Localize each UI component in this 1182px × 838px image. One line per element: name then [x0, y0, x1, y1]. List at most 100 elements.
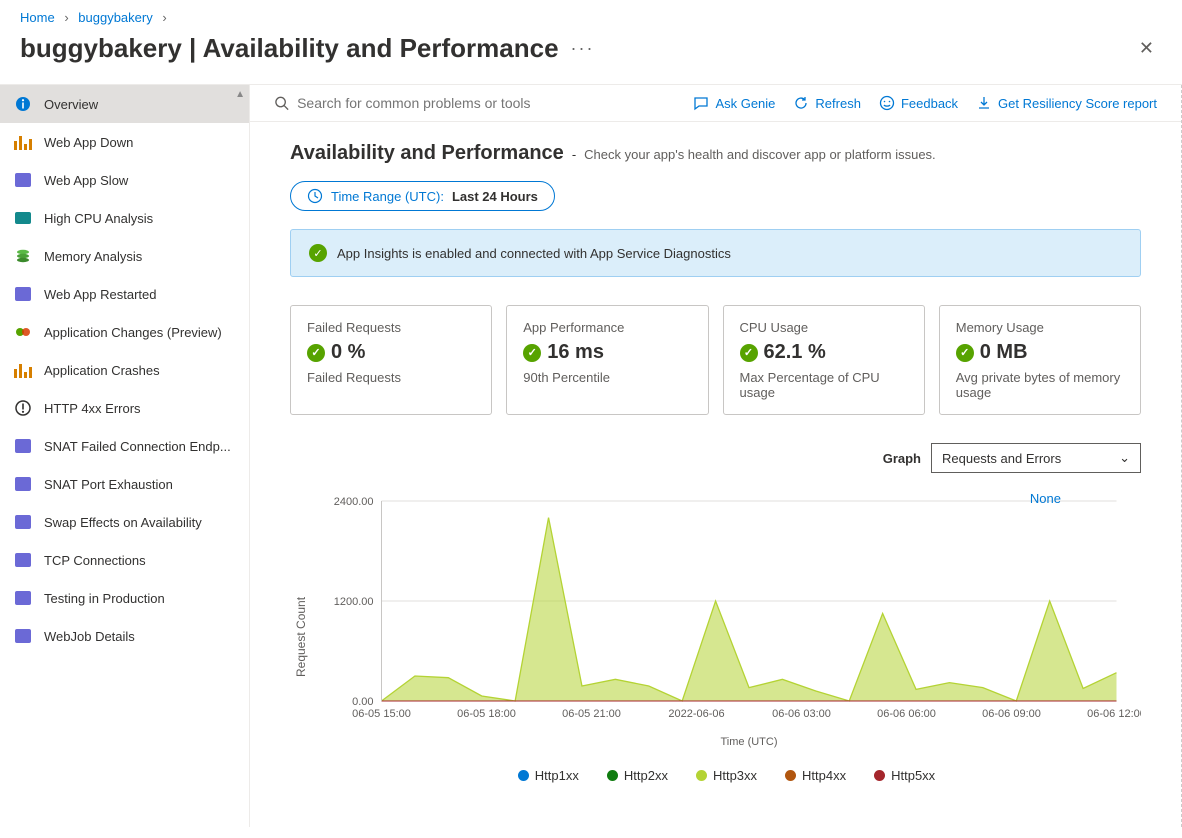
svg-text:06-06 03:00: 06-06 03:00	[772, 708, 831, 720]
card-value: 0 MB	[980, 341, 1028, 364]
card-cpu-usage[interactable]: CPU Usage ✓62.1 % Max Percentage of CPU …	[723, 305, 925, 415]
card-failed-requests[interactable]: Failed Requests ✓0 % Failed Requests	[290, 305, 492, 415]
sidebar-item-testing-prod[interactable]: Testing in Production	[0, 579, 249, 617]
sidebar: ▲ Overview Web App Down Web App Slow Hig…	[0, 85, 250, 827]
sidebar-item-label: Swap Effects on Availability	[44, 515, 202, 530]
search-input[interactable]	[297, 95, 675, 111]
chevron-right-icon: ›	[156, 10, 172, 25]
sidebar-item-overview[interactable]: Overview	[0, 85, 249, 123]
section-title-dash: -	[572, 147, 576, 162]
sidebar-item-label: SNAT Failed Connection Endp...	[44, 439, 231, 454]
sidebar-item-label: Overview	[44, 97, 98, 112]
info-banner: ✓ App Insights is enabled and connected …	[290, 229, 1141, 277]
smile-icon	[879, 95, 895, 111]
ask-genie-button[interactable]: Ask Genie	[693, 95, 775, 111]
sidebar-item-label: High CPU Analysis	[44, 211, 153, 226]
sidebar-item-webjob[interactable]: WebJob Details	[0, 617, 249, 655]
section-title: Availability and Performance	[290, 142, 564, 165]
bar-chart-icon	[14, 133, 32, 151]
graph-select[interactable]: Requests and Errors ⌄	[931, 443, 1141, 473]
sidebar-item-snat-exhaustion[interactable]: SNAT Port Exhaustion	[0, 465, 249, 503]
sidebar-item-app-changes[interactable]: Application Changes (Preview)	[0, 313, 249, 351]
refresh-icon	[793, 95, 809, 111]
sidebar-item-label: Web App Down	[44, 135, 133, 150]
chat-icon	[693, 95, 709, 111]
requests-chart: 0.001200.002400.0006-05 15:0006-05 18:00…	[312, 491, 1141, 751]
card-title: Memory Usage	[956, 320, 1124, 335]
sidebar-item-crashes[interactable]: Application Crashes	[0, 351, 249, 389]
sidebar-item-tcp[interactable]: TCP Connections	[0, 541, 249, 579]
svg-text:Time (UTC): Time (UTC)	[720, 736, 777, 748]
card-value: 62.1 %	[764, 341, 826, 364]
sidebar-item-label: HTTP 4xx Errors	[44, 401, 141, 416]
card-sub: Max Percentage of CPU usage	[740, 370, 908, 400]
svg-text:06-06 12:00: 06-06 12:00	[1087, 708, 1141, 720]
bar-chart-icon	[14, 361, 32, 379]
time-range-pill[interactable]: Time Range (UTC): Last 24 Hours	[290, 181, 555, 211]
sidebar-item-label: WebJob Details	[44, 629, 135, 644]
card-title: App Performance	[523, 320, 691, 335]
sidebar-item-label: Web App Restarted	[44, 287, 157, 302]
error-icon	[14, 399, 32, 417]
info-icon	[14, 95, 32, 113]
card-sub: Avg private bytes of memory usage	[956, 370, 1124, 400]
sidebar-item-swap[interactable]: Swap Effects on Availability	[0, 503, 249, 541]
check-icon: ✓	[956, 344, 974, 362]
sidebar-item-label: Web App Slow	[44, 173, 128, 188]
chart-ylabel: Request Count	[290, 491, 312, 783]
svg-text:06-05 18:00: 06-05 18:00	[457, 708, 516, 720]
more-icon[interactable]: ···	[559, 38, 595, 59]
sidebar-item-high-cpu[interactable]: High CPU Analysis	[0, 199, 249, 237]
page-title: buggybakery | Availability and Performan…	[20, 33, 559, 64]
panel-icon	[14, 437, 32, 455]
sidebar-item-snat-failed[interactable]: SNAT Failed Connection Endp...	[0, 427, 249, 465]
svg-text:0.00: 0.00	[352, 696, 373, 708]
feedback-button[interactable]: Feedback	[879, 95, 958, 111]
sidebar-item-label: Memory Analysis	[44, 249, 142, 264]
card-value: 0 %	[331, 341, 365, 364]
check-icon: ✓	[309, 244, 327, 262]
svg-text:06-06 06:00: 06-06 06:00	[877, 708, 936, 720]
card-sub: Failed Requests	[307, 370, 475, 385]
breadcrumb-home[interactable]: Home	[20, 10, 55, 25]
sidebar-item-label: TCP Connections	[44, 553, 146, 568]
sidebar-item-label: Application Changes (Preview)	[44, 325, 222, 340]
card-app-performance[interactable]: App Performance ✓16 ms 90th Percentile	[506, 305, 708, 415]
check-icon: ✓	[740, 344, 758, 362]
sidebar-item-restarted[interactable]: Web App Restarted	[0, 275, 249, 313]
chevron-down-icon: ⌄	[1119, 450, 1130, 466]
sidebar-item-label: SNAT Port Exhaustion	[44, 477, 173, 492]
panel-icon	[14, 513, 32, 531]
cpu-chart-icon	[14, 209, 32, 227]
svg-text:06-05 21:00: 06-05 21:00	[562, 708, 621, 720]
svg-text:2022-06-06: 2022-06-06	[668, 708, 724, 720]
panel-icon	[14, 627, 32, 645]
chart-none-button[interactable]: None	[1030, 491, 1061, 506]
card-sub: 90th Percentile	[523, 370, 691, 385]
resiliency-button[interactable]: Get Resiliency Score report	[976, 95, 1157, 111]
sidebar-item-memory-analysis[interactable]: Memory Analysis	[0, 237, 249, 275]
sidebar-item-web-app-slow[interactable]: Web App Slow	[0, 161, 249, 199]
graph-label: Graph	[883, 451, 921, 466]
sidebar-item-web-app-down[interactable]: Web App Down	[0, 123, 249, 161]
panel-icon	[14, 551, 32, 569]
breadcrumb-app[interactable]: buggybakery	[78, 10, 152, 25]
clock-icon	[307, 188, 323, 204]
database-icon	[14, 247, 32, 265]
panel-icon	[14, 589, 32, 607]
panel-icon	[14, 285, 32, 303]
refresh-button[interactable]: Refresh	[793, 95, 861, 111]
collapse-icon[interactable]: ▲	[235, 89, 245, 100]
svg-text:06-06 09:00: 06-06 09:00	[982, 708, 1041, 720]
svg-text:2400.00: 2400.00	[334, 496, 374, 508]
panel-icon	[14, 171, 32, 189]
panel-icon	[14, 475, 32, 493]
download-icon	[976, 95, 992, 111]
svg-text:06-05 15:00: 06-05 15:00	[352, 708, 411, 720]
sidebar-item-http-4xx[interactable]: HTTP 4xx Errors	[0, 389, 249, 427]
changes-icon	[14, 323, 32, 341]
close-icon[interactable]: ✕	[1131, 34, 1162, 63]
card-memory-usage[interactable]: Memory Usage ✓ 0 MB Avg private bytes of …	[939, 305, 1141, 415]
check-icon: ✓	[523, 344, 541, 362]
check-icon: ✓	[307, 344, 325, 362]
